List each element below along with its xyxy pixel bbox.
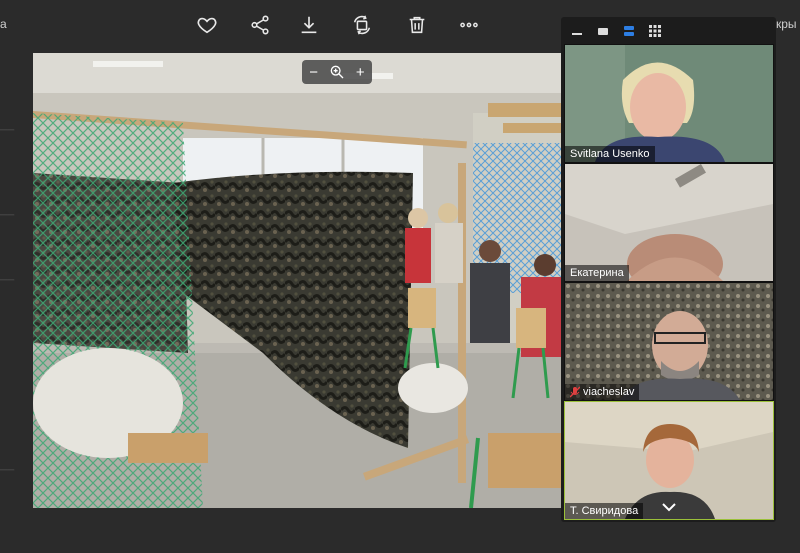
microphone-muted-icon xyxy=(570,386,580,398)
participant-video-tile[interactable]: Екатерина xyxy=(564,163,774,282)
active-speaker-video-tile[interactable]: Т. Свиридова xyxy=(564,401,774,520)
download-icon xyxy=(301,16,317,34)
participant-name-label: Екатерина xyxy=(565,265,629,281)
single-speaker-view-button[interactable] xyxy=(593,21,613,41)
participant-name-label: Т. Свиридова xyxy=(565,503,644,519)
zoom-in-button[interactable]: + xyxy=(350,62,370,82)
photo-camouflage-net-workshop xyxy=(33,53,563,508)
download-button[interactable] xyxy=(294,10,324,40)
stacked-view-icon xyxy=(624,25,634,36)
minimize-video-button[interactable] xyxy=(567,21,587,41)
background-text-fragment: ── xyxy=(0,210,15,221)
minimize-icon xyxy=(572,32,582,35)
participant-video xyxy=(565,45,773,162)
participant-name-label: Svitlana Usenko xyxy=(565,146,655,162)
magnifier-plus-icon xyxy=(330,65,344,79)
favorite-button[interactable] xyxy=(192,10,222,40)
single-view-icon xyxy=(598,27,608,35)
participant-video-tile[interactable]: viacheslav xyxy=(564,282,774,401)
more-options-button[interactable] xyxy=(454,10,484,40)
heart-icon xyxy=(197,17,217,34)
participant-video xyxy=(565,283,773,400)
participant-video-tile[interactable]: Svitlana Usenko xyxy=(564,44,774,163)
background-text-fragment: ── xyxy=(0,125,15,136)
zoom-out-button[interactable]: − xyxy=(304,62,324,82)
participant-video xyxy=(565,164,773,281)
participant-name-label: viacheslav xyxy=(565,384,640,400)
more-horizontal-icon xyxy=(460,22,478,28)
background-text-fragment: ── xyxy=(0,465,15,476)
strip-view-button[interactable] xyxy=(619,21,639,41)
background-text-fragment: ── xyxy=(0,275,15,286)
background-app-title-fragment: a xyxy=(0,17,7,31)
rotate-button[interactable] xyxy=(347,10,377,40)
share-icon xyxy=(251,15,269,35)
background-window-title-fragment: кры xyxy=(776,17,797,31)
video-call-panel: Svitlana Usenko Екатерина viacheslav Т. … xyxy=(561,17,776,522)
rotate-icon xyxy=(353,15,371,35)
grid-view-icon xyxy=(649,24,661,37)
share-button[interactable] xyxy=(245,10,275,40)
chevron-down-icon[interactable] xyxy=(661,501,677,513)
trash-icon xyxy=(409,16,425,34)
delete-button[interactable] xyxy=(402,10,432,40)
gallery-view-button[interactable] xyxy=(645,21,665,41)
zoom-button[interactable] xyxy=(327,62,347,82)
video-layout-bar xyxy=(561,17,776,44)
shared-photo[interactable] xyxy=(33,53,563,508)
photo-zoom-controls: − + xyxy=(302,60,372,84)
